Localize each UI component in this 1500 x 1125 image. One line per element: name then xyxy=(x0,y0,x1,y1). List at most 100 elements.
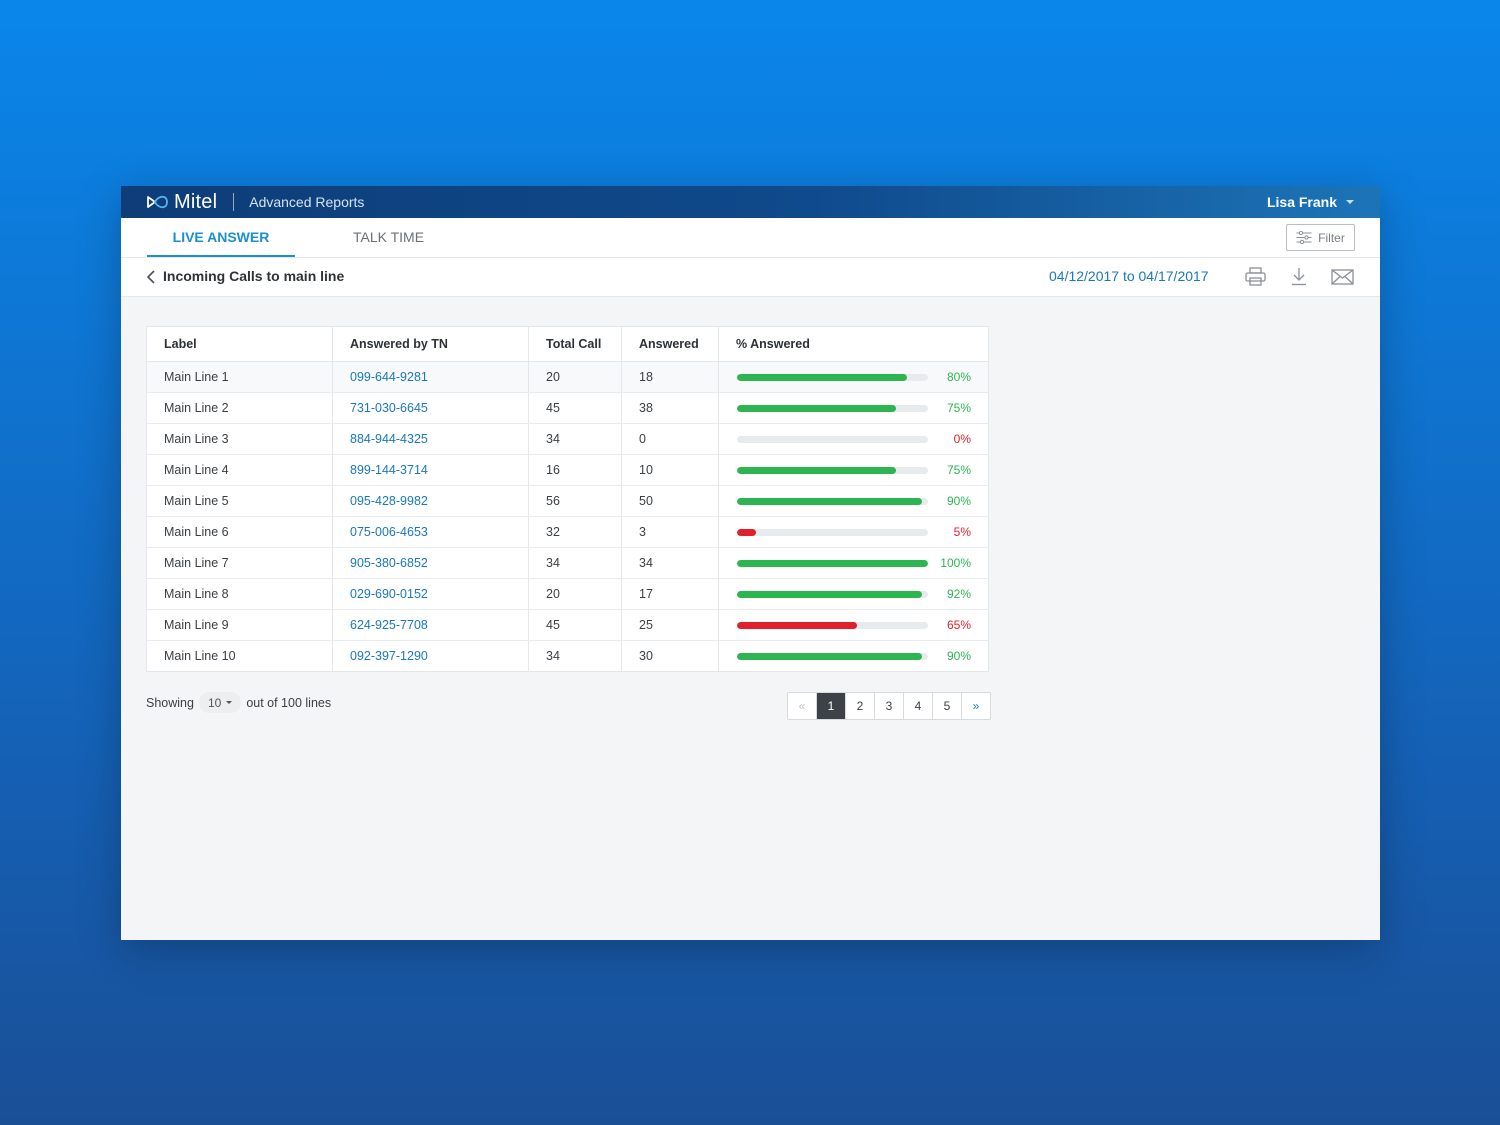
row-label: Main Line 4 xyxy=(146,454,333,486)
row-pct-value: 90% xyxy=(946,649,971,663)
progress-track xyxy=(737,405,928,412)
row-total-calls: 20 xyxy=(528,361,622,393)
row-label: Main Line 9 xyxy=(146,609,333,641)
row-pct-cell: 90% xyxy=(718,485,989,517)
user-menu[interactable]: Lisa Frank xyxy=(1267,186,1354,218)
showing-suffix: out of 100 lines xyxy=(246,695,332,710)
page-button[interactable]: 2 xyxy=(846,693,875,719)
table-header-row: Label Answered by TN Total Call Answered… xyxy=(146,326,989,362)
row-label: Main Line 8 xyxy=(146,578,333,610)
row-pct-cell: 100% xyxy=(718,547,989,579)
table-row[interactable]: Main Line 9 624-925-7708 45 25 65% xyxy=(146,609,989,641)
next-page-button[interactable]: » xyxy=(962,693,990,719)
user-name: Lisa Frank xyxy=(1266,194,1337,210)
envelope-icon[interactable] xyxy=(1331,269,1354,285)
row-tn-link[interactable]: 884-944-4325 xyxy=(332,423,529,455)
progress-track xyxy=(737,467,928,474)
row-answered: 25 xyxy=(621,609,719,641)
row-pct-value: 100% xyxy=(940,556,971,570)
progress-fill xyxy=(737,498,923,505)
row-answered: 17 xyxy=(621,578,719,610)
page-button[interactable]: 4 xyxy=(904,693,933,719)
row-label: Main Line 6 xyxy=(146,516,333,548)
row-pct-cell: 65% xyxy=(718,609,989,641)
progress-fill xyxy=(737,467,896,474)
mitel-logo-icon xyxy=(147,195,168,209)
table-row[interactable]: Main Line 8 029-690-0152 20 17 92% xyxy=(146,578,989,610)
row-pct-value: 75% xyxy=(946,463,971,477)
table-row[interactable]: Main Line 10 092-397-1290 34 30 90% xyxy=(146,640,989,672)
row-tn-link[interactable]: 029-690-0152 xyxy=(332,578,529,610)
page-button[interactable]: 1 xyxy=(817,693,846,719)
column-header-pct[interactable]: % Answered xyxy=(718,326,989,362)
row-label: Main Line 1 xyxy=(146,361,333,393)
prev-page-button[interactable]: « xyxy=(788,693,817,719)
row-answered: 18 xyxy=(621,361,719,393)
table-row[interactable]: Main Line 7 905-380-6852 34 34 100% xyxy=(146,547,989,579)
row-answered: 34 xyxy=(621,547,719,579)
table-row[interactable]: Main Line 2 731-030-6645 45 38 75% xyxy=(146,392,989,424)
row-tn-link[interactable]: 624-925-7708 xyxy=(332,609,529,641)
chevron-down-icon xyxy=(1346,200,1354,204)
row-pct-cell: 90% xyxy=(718,640,989,672)
tab-bar: LIVE ANSWER TALK TIME Filter xyxy=(121,218,1380,258)
row-tn-link[interactable]: 731-030-6645 xyxy=(332,392,529,424)
column-header-label[interactable]: Label xyxy=(146,326,333,362)
row-label: Main Line 3 xyxy=(146,423,333,455)
row-answered: 30 xyxy=(621,640,719,672)
row-pct-value: 5% xyxy=(953,525,971,539)
row-tn-link[interactable]: 075-006-4653 xyxy=(332,516,529,548)
row-tn-link[interactable]: 905-380-6852 xyxy=(332,547,529,579)
row-answered: 50 xyxy=(621,485,719,517)
top-bar: Mitel Advanced Reports Lisa Frank xyxy=(121,186,1380,218)
row-total-calls: 16 xyxy=(528,454,622,486)
column-header-tn[interactable]: Answered by TN xyxy=(332,326,529,362)
progress-fill xyxy=(737,560,928,567)
page-size-value: 10 xyxy=(207,695,222,710)
progress-track xyxy=(737,560,928,567)
row-total-calls: 56 xyxy=(528,485,622,517)
mitel-logo[interactable]: Mitel xyxy=(147,191,217,214)
row-label: Main Line 2 xyxy=(146,392,333,424)
row-pct-cell: 92% xyxy=(718,578,989,610)
table-row[interactable]: Main Line 4 899-144-3714 16 10 75% xyxy=(146,454,989,486)
column-header-total[interactable]: Total Call xyxy=(528,326,622,362)
date-range-picker[interactable]: 04/12/2017 to 04/17/2017 xyxy=(1049,268,1209,284)
app-window: Mitel Advanced Reports Lisa Frank LIVE A… xyxy=(121,186,1380,940)
filter-label: Filter xyxy=(1318,230,1345,245)
printer-icon[interactable] xyxy=(1245,267,1266,286)
row-answered: 10 xyxy=(621,454,719,486)
row-label: Main Line 7 xyxy=(146,547,333,579)
row-tn-link[interactable]: 099-644-9281 xyxy=(332,361,529,393)
table-row[interactable]: Main Line 1 099-644-9281 20 18 80% xyxy=(146,361,989,393)
progress-fill xyxy=(737,405,896,412)
filter-button[interactable]: Filter xyxy=(1286,224,1355,251)
page-size-control: Showing 10 out of 100 lines xyxy=(146,692,331,713)
tab-talk-time[interactable]: TALK TIME xyxy=(353,218,424,255)
progress-fill xyxy=(737,622,858,629)
progress-track xyxy=(737,436,928,443)
row-tn-link[interactable]: 092-397-1290 xyxy=(332,640,529,672)
row-tn-link[interactable]: 095-428-9982 xyxy=(332,485,529,517)
row-total-calls: 20 xyxy=(528,578,622,610)
table-row[interactable]: Main Line 3 884-944-4325 34 0 0% xyxy=(146,423,989,455)
tab-live-answer[interactable]: LIVE ANSWER xyxy=(147,218,295,257)
row-pct-cell: 75% xyxy=(718,392,989,424)
page-button[interactable]: 5 xyxy=(933,693,962,719)
table-row[interactable]: Main Line 5 095-428-9982 56 50 90% xyxy=(146,485,989,517)
row-pct-value: 0% xyxy=(953,432,971,446)
row-tn-link[interactable]: 899-144-3714 xyxy=(332,454,529,486)
page-button[interactable]: 3 xyxy=(875,693,904,719)
row-pct-value: 92% xyxy=(946,587,971,601)
showing-label: Showing xyxy=(146,695,194,710)
chevron-left-icon[interactable] xyxy=(147,270,155,284)
progress-fill xyxy=(737,591,923,598)
app-title: Advanced Reports xyxy=(249,194,365,210)
table-row[interactable]: Main Line 6 075-006-4653 32 3 5% xyxy=(146,516,989,548)
row-total-calls: 32 xyxy=(528,516,622,548)
download-icon[interactable] xyxy=(1291,267,1307,286)
column-header-answered[interactable]: Answered xyxy=(621,326,719,362)
row-pct-cell: 0% xyxy=(718,423,989,455)
page-size-select[interactable]: 10 xyxy=(198,692,242,713)
brand-name: Mitel xyxy=(174,190,218,213)
